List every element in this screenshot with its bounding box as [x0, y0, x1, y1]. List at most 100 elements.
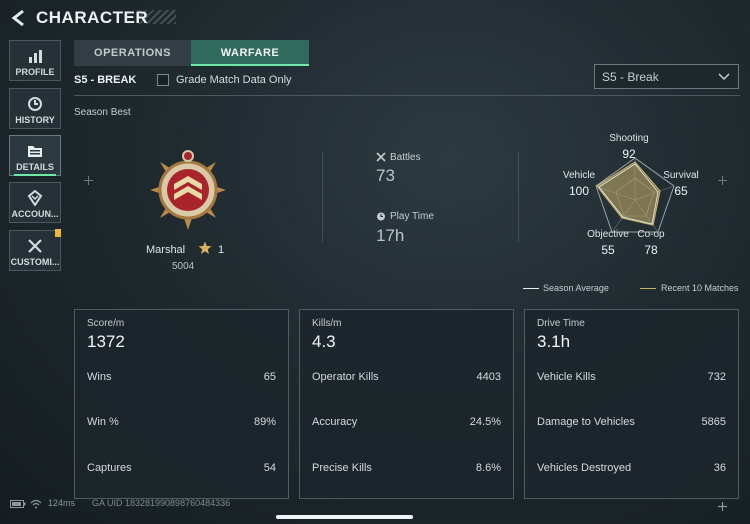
ping-readout: 124ms: [48, 498, 76, 508]
stat-value: 8.6%: [475, 462, 501, 474]
season-title: S5 - BREAK: [74, 74, 137, 86]
sidebar-item-profile[interactable]: PROFILE: [9, 40, 61, 81]
card-headline-label: Score/m: [87, 318, 125, 329]
radar-axis-value: 100: [568, 184, 590, 198]
stat-row: Vehicle Kills 732: [537, 371, 726, 385]
stat-row: Captures 54: [87, 462, 276, 476]
user-uid: GA UID 1832819908987604843​36: [92, 498, 231, 508]
rank-name: Marshal: [146, 244, 186, 256]
back-arrow-icon[interactable]: [10, 9, 28, 27]
stat-value: 4403: [476, 371, 501, 383]
plus-marker-icon: [718, 502, 727, 511]
radar-axis-value: 65: [674, 184, 688, 198]
plus-marker-icon: [84, 176, 93, 185]
stat-value: 5865: [701, 416, 726, 428]
sidebar-item-label: CUSTOMI...: [10, 257, 60, 267]
sidebar-item-label: DETAILS: [16, 162, 54, 172]
stat-row: Accuracy 24.5%: [312, 416, 501, 430]
stat-value: 36: [713, 462, 726, 474]
sidebar-item-account[interactable]: ACCOUN...: [9, 182, 61, 223]
star-icon: [198, 241, 212, 254]
radar-axis-label: Vehicle: [562, 170, 596, 181]
divider: [74, 95, 740, 96]
card-headline-value: 4.3: [312, 332, 336, 351]
season-dropdown[interactable]: S5 - Break: [594, 64, 739, 89]
grade-match-label[interactable]: Grade Match Data Only: [176, 74, 292, 86]
stat-name: Win %: [87, 416, 119, 428]
rank-points: 5004: [172, 261, 195, 272]
bar-chart-icon: [29, 50, 42, 63]
play-time-value: 17h: [376, 226, 405, 245]
card-headline-value: 3.1h: [537, 332, 571, 351]
stopwatch-icon: [377, 212, 385, 221]
legend-season-average: Season Average: [543, 283, 609, 293]
stat-name: Accuracy: [312, 416, 358, 428]
sidebar-item-details[interactable]: DETAILS: [9, 135, 61, 176]
crossed-swords-icon: [376, 152, 386, 162]
stat-row: Vehicles Destroyed 36: [537, 462, 726, 476]
radar-axis-label: Survival: [663, 170, 699, 181]
stat-value: 65: [263, 371, 276, 383]
wifi-icon: [30, 499, 42, 509]
stat-card-kills: Kills/m 4.3 Operator Kills 4403 Accuracy 2…: [299, 309, 514, 499]
sidebar-item-history[interactable]: HISTORY: [9, 88, 61, 129]
radar-axis-value: 92: [622, 147, 636, 161]
divider: [322, 152, 323, 242]
page-title: CHARACTER: [36, 8, 149, 27]
stat-row: Win % 89%: [87, 416, 276, 430]
stat-value: 54: [263, 462, 276, 474]
stat-name: Captures: [87, 462, 132, 474]
play-time-label: Play Time: [390, 211, 434, 222]
stat-card-score: Score/m 1372 Wins 65 Win % 89% Captures 54: [74, 309, 289, 499]
stat-value: 89%: [253, 416, 276, 428]
tab-operations[interactable]: OPERATIONS: [74, 40, 191, 66]
clock-icon: [28, 97, 42, 111]
stat-row: Operator Kills 4403: [312, 371, 501, 385]
stat-card-vehicle: Drive Time 3.1h Vehicle Kills 732 Damage …: [524, 309, 739, 499]
tab-warfare[interactable]: WARFARE: [191, 40, 309, 66]
card-headline-label: Drive Time: [537, 318, 585, 329]
legend-recent-matches: Recent 10 Matches: [661, 283, 739, 293]
stat-name: Damage to Vehicles: [537, 416, 635, 428]
performance-radar: Shooting 92 Survival 65 Co-op 78 Objecti…: [556, 130, 716, 260]
stat-row: Damage to Vehicles 5865: [537, 416, 726, 430]
stat-row: Wins 65: [87, 371, 276, 385]
battles-value: 73: [376, 166, 395, 185]
stat-name: Operator Kills: [312, 371, 379, 383]
battles-label: Battles: [390, 152, 421, 163]
divider: [518, 152, 519, 242]
stat-value: 24.5%: [469, 416, 501, 428]
radar-axis-label: Objective: [587, 229, 629, 240]
badge-icon: [27, 190, 43, 206]
rank-emblem-icon: [150, 150, 226, 230]
stat-row: Precise Kills 8.6%: [312, 462, 501, 476]
stat-name: Vehicles Destroyed: [537, 462, 632, 474]
radar-axis-label: Shooting: [609, 133, 649, 144]
folder-icon: [28, 146, 42, 157]
card-headline-label: Kills/m: [312, 318, 342, 329]
new-indicator-badge: [55, 229, 61, 237]
grade-match-checkbox[interactable]: [157, 74, 169, 86]
title-decoration: [138, 10, 176, 24]
sidebar-item-label: HISTORY: [15, 115, 55, 125]
plus-marker-icon: [718, 176, 727, 185]
stat-name: Vehicle Kills: [537, 371, 596, 383]
stat-value: 732: [707, 371, 726, 383]
mode-tabs: OPERATIONS WARFARE: [74, 40, 309, 66]
stat-name: Precise Kills: [312, 462, 372, 474]
active-indicator: [14, 174, 56, 176]
battery-icon: [10, 500, 26, 508]
section-label: Season Best: [74, 107, 131, 118]
legend-line-average: [523, 288, 539, 289]
stat-name: Wins: [87, 371, 112, 383]
sidebar-item-label: ACCOUN...: [11, 209, 59, 219]
sidebar-item-label: PROFILE: [15, 67, 55, 77]
legend-line-recent: [640, 288, 656, 289]
home-indicator[interactable]: [276, 515, 413, 519]
sidebar-item-customize[interactable]: CUSTOMI...: [9, 230, 61, 271]
radar-axis-value: 55: [601, 243, 615, 257]
chevron-down-icon: [718, 73, 730, 81]
season-dropdown-value: S5 - Break: [602, 70, 659, 84]
rank-level: 1: [218, 244, 225, 256]
wrench-icon: [28, 239, 42, 253]
